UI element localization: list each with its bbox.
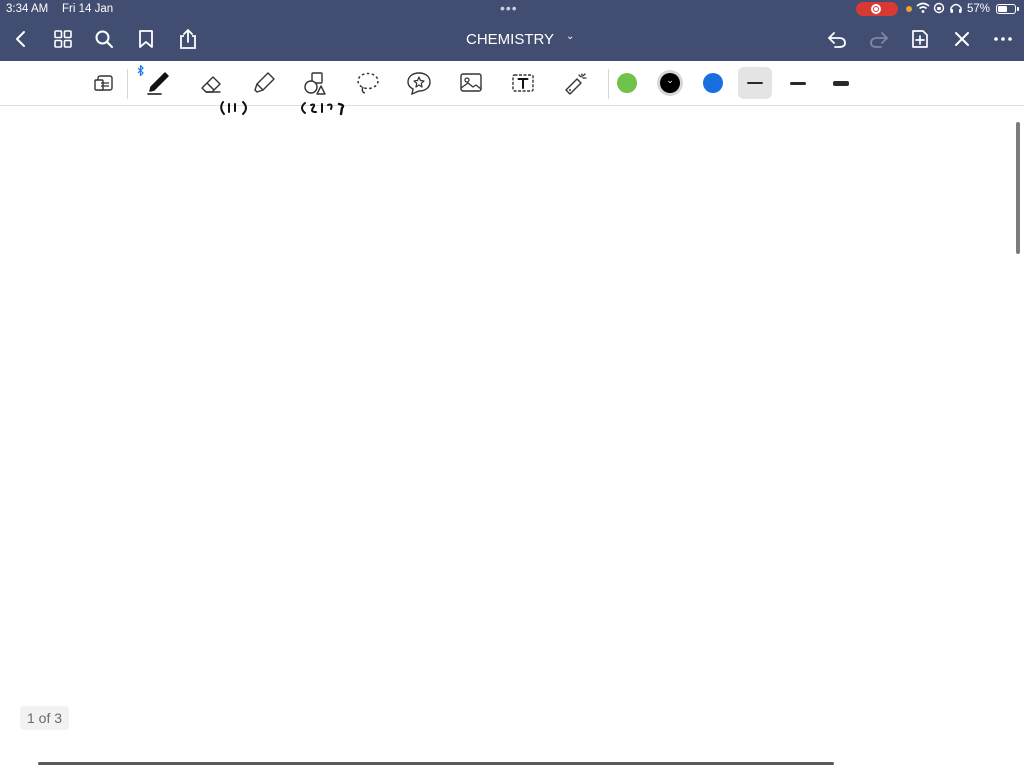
thumbnails-icon[interactable] (50, 26, 76, 52)
color-swatch-green[interactable] (617, 73, 637, 93)
share-icon[interactable] (175, 26, 201, 52)
color-swatch-black[interactable]: ⌄ (660, 73, 680, 93)
redo-icon[interactable] (866, 26, 892, 52)
document-title-menu[interactable]: CHEMISTRY ⌄ (460, 28, 584, 52)
back-icon[interactable] (8, 26, 34, 52)
drawing-toolbar: ⌄ (0, 61, 1024, 106)
handwritten-ink (220, 101, 345, 116)
image-tool-icon[interactable] (455, 67, 487, 99)
pen-tool-icon[interactable] (142, 67, 174, 99)
toolbar-divider (608, 69, 609, 99)
shapes-tool-icon[interactable] (299, 67, 331, 99)
multitasking-dots-icon[interactable]: ••• (500, 0, 518, 16)
close-icon[interactable] (949, 26, 975, 52)
rotation-lock-icon (933, 2, 945, 17)
search-icon[interactable] (91, 26, 117, 52)
note-canvas[interactable] (0, 106, 1024, 768)
laser-pointer-tool-icon[interactable] (559, 67, 591, 99)
status-time: 3:34 AM (6, 3, 49, 15)
battery-percent: 57% (967, 3, 991, 15)
status-bar: 3:34 AM Fri 14 Jan ••• 57% (0, 0, 1024, 18)
text-tool-icon[interactable] (507, 67, 539, 99)
document-title: CHEMISTRY (466, 31, 555, 48)
elements-tool-icon[interactable] (403, 67, 435, 99)
top-bar: 3:34 AM Fri 14 Jan ••• 57% CHEMISTRY ⌄ (0, 0, 1024, 61)
headphones-icon (949, 2, 963, 17)
stroke-width-medium[interactable] (781, 67, 815, 99)
highlighter-tool-icon[interactable] (248, 67, 280, 99)
undo-icon[interactable] (824, 26, 850, 52)
stroke-width-thin[interactable] (738, 67, 772, 99)
toolbar-divider (127, 69, 128, 99)
eraser-tool-icon[interactable] (195, 67, 227, 99)
chevron-down-icon: ⌄ (566, 31, 575, 42)
read-only-mode-icon[interactable] (89, 67, 121, 99)
status-date: Fri 14 Jan (62, 3, 114, 15)
record-icon[interactable] (856, 2, 898, 16)
stroke-width-thick[interactable] (824, 67, 858, 99)
home-indicator[interactable] (38, 762, 834, 765)
page-indicator[interactable]: 1 of 3 (20, 706, 70, 730)
lasso-tool-icon[interactable] (352, 67, 384, 99)
bookmark-icon[interactable] (133, 26, 159, 52)
chevron-down-icon: ⌄ (666, 75, 674, 85)
mic-indicator-icon (906, 6, 912, 12)
more-icon[interactable] (990, 26, 1016, 52)
add-page-icon[interactable] (907, 26, 933, 52)
battery-icon (996, 4, 1019, 14)
wifi-icon (916, 2, 930, 17)
color-swatch-blue[interactable] (703, 73, 723, 93)
vertical-scrollbar[interactable] (1016, 122, 1020, 254)
